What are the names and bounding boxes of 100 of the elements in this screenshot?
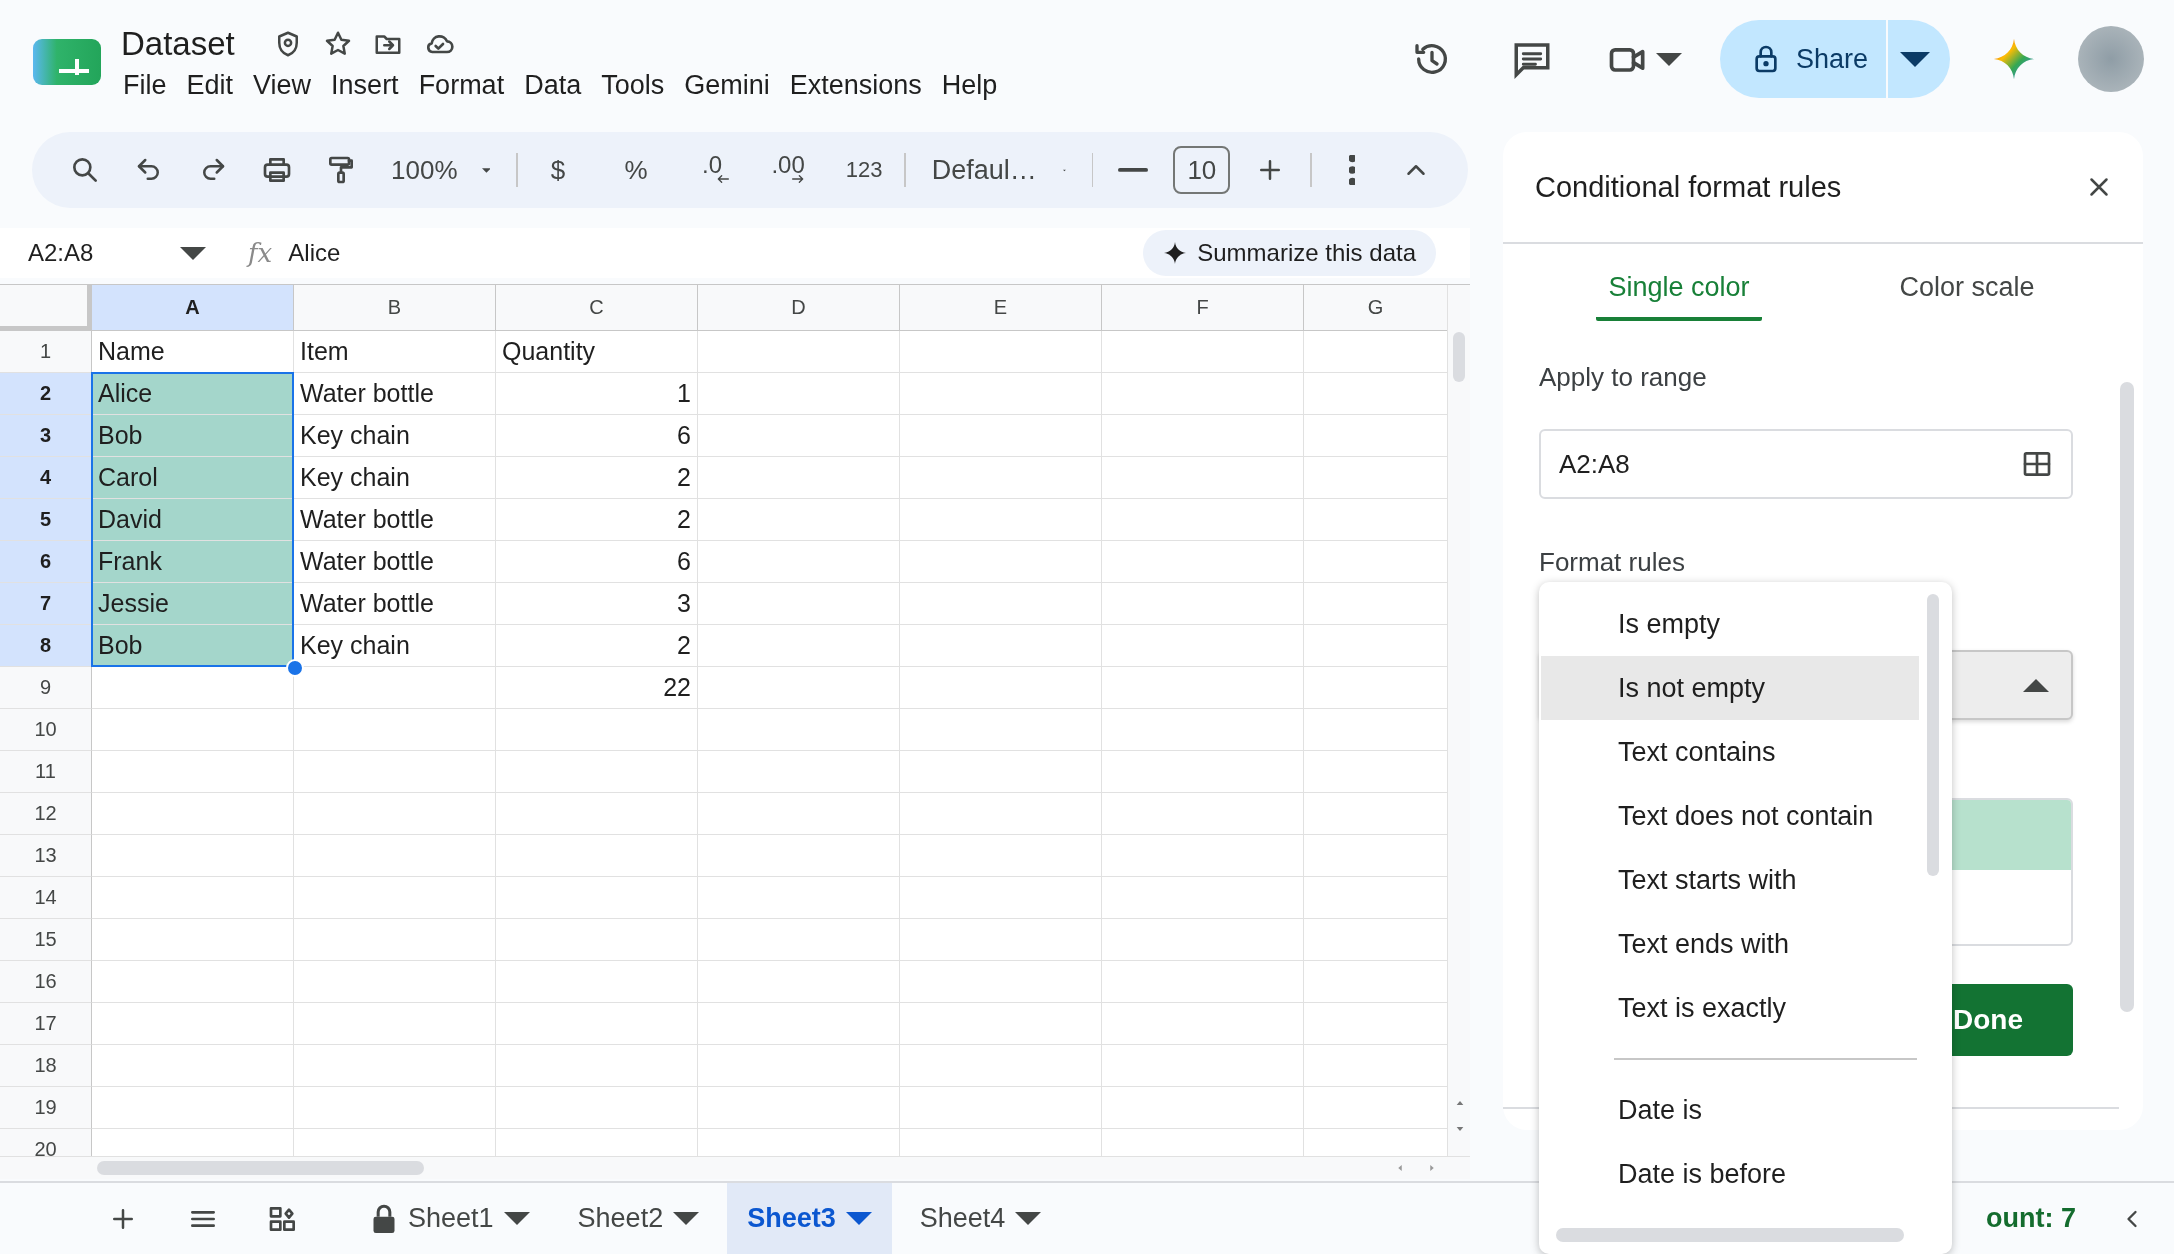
table-cell: Bob <box>92 625 294 667</box>
table-cell: Item <box>294 331 496 373</box>
row-header[interactable]: 6 <box>0 541 92 583</box>
menu-item[interactable]: Extensions <box>781 68 930 103</box>
table-cell: Key chain <box>294 457 496 499</box>
sheet-tab[interactable]: Sheet4 <box>899 1183 1062 1254</box>
currency-button[interactable]: $ <box>534 146 583 194</box>
row-header[interactable]: 4 <box>0 457 92 499</box>
row-header[interactable]: 19 <box>0 1087 92 1129</box>
menu-item[interactable]: View <box>245 68 320 103</box>
table-cell: Carol <box>92 457 294 499</box>
row-header[interactable]: 8 <box>0 625 92 667</box>
row-header[interactable]: 2 <box>0 373 92 415</box>
caret-icon <box>1015 1212 1042 1225</box>
menu-item[interactable]: Insert <box>323 68 407 103</box>
table-cell: 2 <box>496 625 698 667</box>
share-options-button[interactable] <box>1888 20 1950 98</box>
table-cell: Water bottle <box>294 541 496 583</box>
name-box[interactable]: A2:A8 <box>28 231 206 275</box>
table-cell: Water bottle <box>294 583 496 625</box>
table-cell: David <box>92 499 294 541</box>
row-header[interactable]: 17 <box>0 1003 92 1045</box>
table-cell: 3 <box>496 583 698 625</box>
sheet-tab[interactable]: Sheet3 <box>727 1183 892 1254</box>
table-cell: Water bottle <box>294 499 496 541</box>
row-header[interactable]: 13 <box>0 835 92 877</box>
scrollbar-thumb[interactable] <box>1453 332 1465 382</box>
row-header[interactable]: 9 <box>0 667 92 709</box>
app-logo[interactable] <box>33 37 101 87</box>
menu-option[interactable]: Date is <box>1541 1078 1919 1142</box>
row-header[interactable]: 14 <box>0 877 92 919</box>
column-header[interactable]: G <box>1304 285 1447 331</box>
row-header[interactable]: 5 <box>0 499 92 541</box>
caret-up-icon <box>2023 678 2049 692</box>
range-field[interactable]: A2:A8 <box>1539 429 2073 499</box>
row-header[interactable]: 15 <box>0 919 92 961</box>
document-title[interactable]: Dataset <box>121 25 235 63</box>
function-icon: fx <box>248 238 273 268</box>
row-header[interactable]: 18 <box>0 1045 92 1087</box>
zoom-dropdown[interactable]: 100% <box>381 146 501 194</box>
table-cell: 6 <box>496 415 698 457</box>
sheet-tab[interactable]: Sheet1 <box>350 1183 550 1254</box>
table-cell: 2 <box>496 499 698 541</box>
increase-decimals-button[interactable]: .00 <box>764 146 813 194</box>
menu-item[interactable]: Edit <box>178 68 242 103</box>
status-text[interactable]: ount: 7 <box>1986 1183 2076 1254</box>
font-dropdown[interactable]: Defaul… <box>921 146 1076 194</box>
row-header[interactable]: 16 <box>0 961 92 1003</box>
scrollbar-thumb[interactable] <box>97 1161 424 1175</box>
menu-option[interactable]: Text contains <box>1541 720 1919 784</box>
menu-option[interactable]: Text does not contain <box>1541 784 1919 848</box>
table-cell: 6 <box>496 541 698 583</box>
share-button[interactable]: Share <box>1719 20 1888 98</box>
column-header[interactable]: B <box>294 285 496 331</box>
tab[interactable]: Single color <box>1535 244 1823 334</box>
scrollbar-thumb[interactable] <box>1556 1228 1904 1242</box>
menu-item[interactable]: Tools <box>593 68 673 103</box>
table-cell: Frank <box>92 541 294 583</box>
caret-icon <box>673 1212 700 1225</box>
font-size-field[interactable]: 10 <box>1173 146 1231 194</box>
number-format-button[interactable]: 123 <box>840 146 889 194</box>
column-header[interactable]: C <box>496 285 698 331</box>
decrease-decimals-button[interactable]: .0 <box>688 146 737 194</box>
menu-option[interactable]: Date is before <box>1541 1142 1919 1206</box>
table-cell: 1 <box>496 373 698 415</box>
menu-option[interactable]: Text starts with <box>1541 848 1919 912</box>
table-cell: Bob <box>92 415 294 457</box>
menu-item[interactable]: Help <box>933 68 1006 103</box>
menu-item[interactable]: Gemini <box>676 68 778 103</box>
column-header[interactable]: D <box>698 285 900 331</box>
row-header[interactable]: 12 <box>0 793 92 835</box>
sheet-tab[interactable]: Sheet2 <box>557 1183 720 1254</box>
formula-field[interactable]: Alice <box>288 239 341 267</box>
table-cell: Jessie <box>92 583 294 625</box>
caret-icon <box>1900 51 1930 67</box>
scrollbar-thumb[interactable] <box>2120 382 2134 1012</box>
row-header[interactable]: 1 <box>0 331 92 373</box>
percent-button[interactable]: % <box>612 146 661 194</box>
menu-option[interactable]: Is not empty <box>1541 656 1919 720</box>
tab[interactable]: Color scale <box>1823 244 2111 334</box>
menu-item[interactable]: File <box>115 68 175 103</box>
column-header[interactable]: F <box>1102 285 1304 331</box>
menu-option[interactable]: Is empty <box>1541 592 1919 656</box>
scrollbar-thumb[interactable] <box>1927 594 1939 876</box>
section-label: Format rules <box>1539 547 1686 578</box>
field-label: Apply to range <box>1539 362 1708 393</box>
row-header[interactable]: 7 <box>0 583 92 625</box>
menu-item[interactable]: Data <box>516 68 590 103</box>
column-header[interactable]: A <box>92 285 294 331</box>
row-header[interactable]: 20 <box>0 1129 92 1156</box>
summarize-button[interactable]: Summarize this data <box>1143 230 1436 276</box>
fill-handle[interactable] <box>286 659 304 677</box>
menu-item[interactable]: Format <box>410 68 513 103</box>
caret-icon <box>1655 52 1682 66</box>
row-header[interactable]: 11 <box>0 751 92 793</box>
menu-option[interactable]: Text ends with <box>1541 912 1919 976</box>
column-header[interactable]: E <box>900 285 1102 331</box>
row-header[interactable]: 3 <box>0 415 92 457</box>
table-cell: Alice <box>92 373 294 415</box>
row-header[interactable]: 10 <box>0 709 92 751</box>
